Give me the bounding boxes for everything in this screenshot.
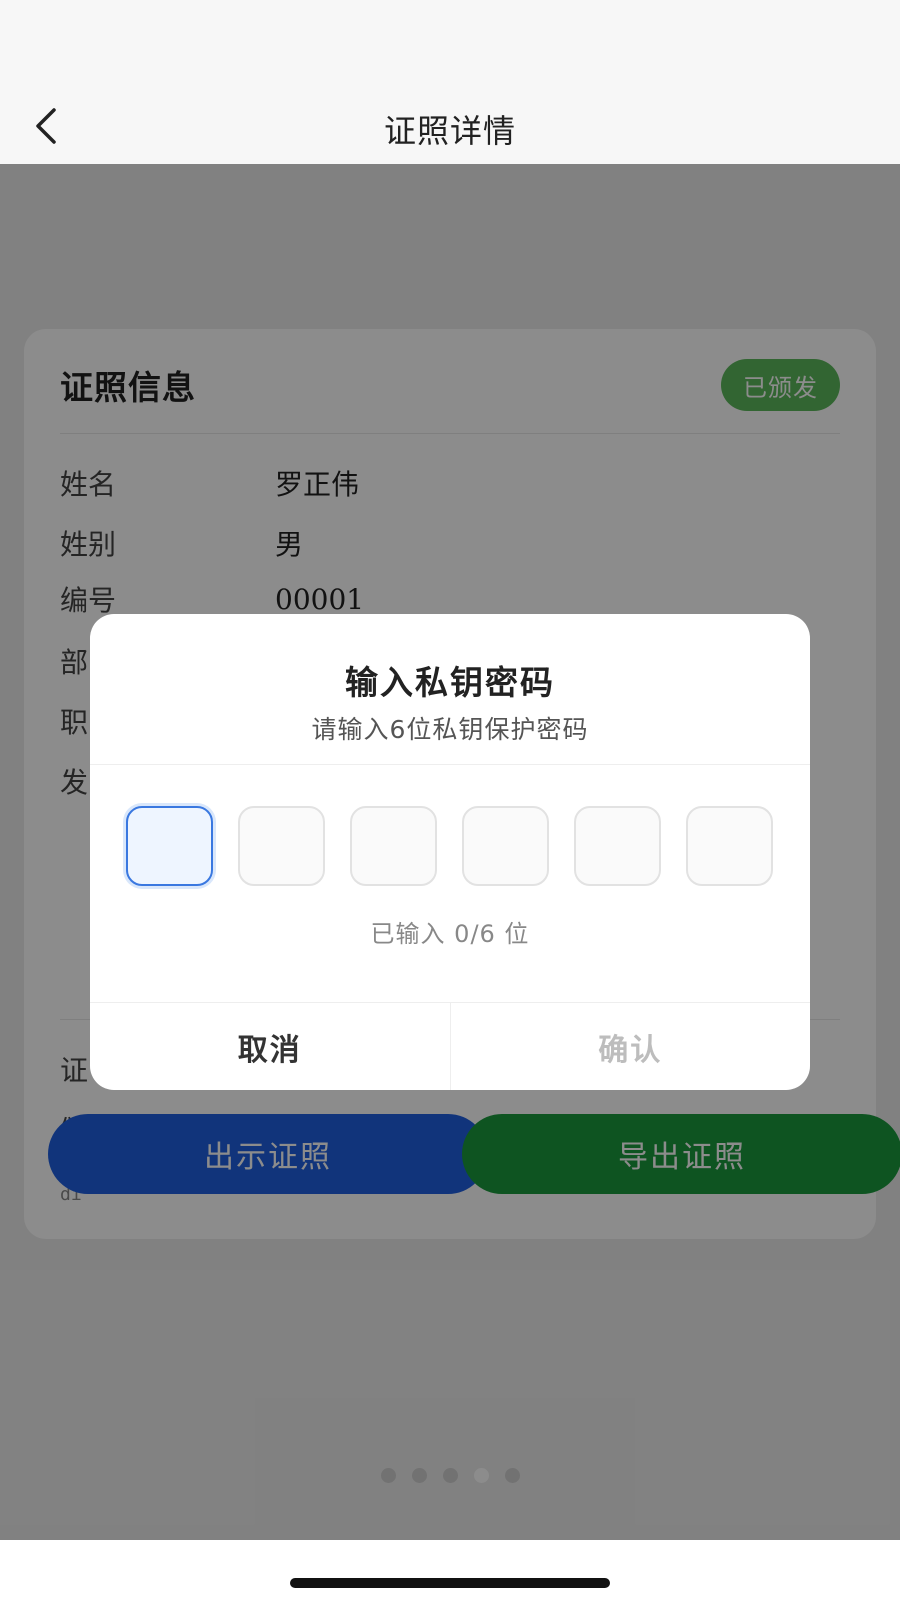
nav-bar: 证照详情 bbox=[0, 90, 900, 164]
pin-digit-2[interactable] bbox=[238, 806, 325, 886]
pin-input-group[interactable] bbox=[126, 806, 773, 886]
home-bar-area bbox=[0, 1540, 900, 1600]
pin-digit-1[interactable] bbox=[126, 806, 213, 886]
confirm-button[interactable]: 确认 bbox=[451, 1003, 811, 1090]
password-dialog: 输入私钥密码 请输入6位私钥保护密码 已输入 0/6 位 取消 确认 bbox=[90, 614, 810, 1090]
pin-digit-4[interactable] bbox=[462, 806, 549, 886]
page-title: 证照详情 bbox=[383, 112, 516, 150]
cancel-button[interactable]: 取消 bbox=[90, 1003, 451, 1090]
pin-progress-text: 已输入 0/6 位 bbox=[370, 920, 530, 948]
pin-digit-3[interactable] bbox=[350, 806, 437, 886]
pin-digit-6[interactable] bbox=[686, 806, 773, 886]
home-indicator[interactable] bbox=[290, 1578, 610, 1588]
dialog-subtitle: 请输入6位私钥保护密码 bbox=[311, 715, 589, 744]
pin-digit-5[interactable] bbox=[574, 806, 661, 886]
divider bbox=[90, 764, 810, 765]
dialog-footer: 取消 确认 bbox=[90, 1002, 810, 1090]
dialog-title: 输入私钥密码 bbox=[345, 663, 555, 702]
status-bar bbox=[0, 0, 900, 90]
